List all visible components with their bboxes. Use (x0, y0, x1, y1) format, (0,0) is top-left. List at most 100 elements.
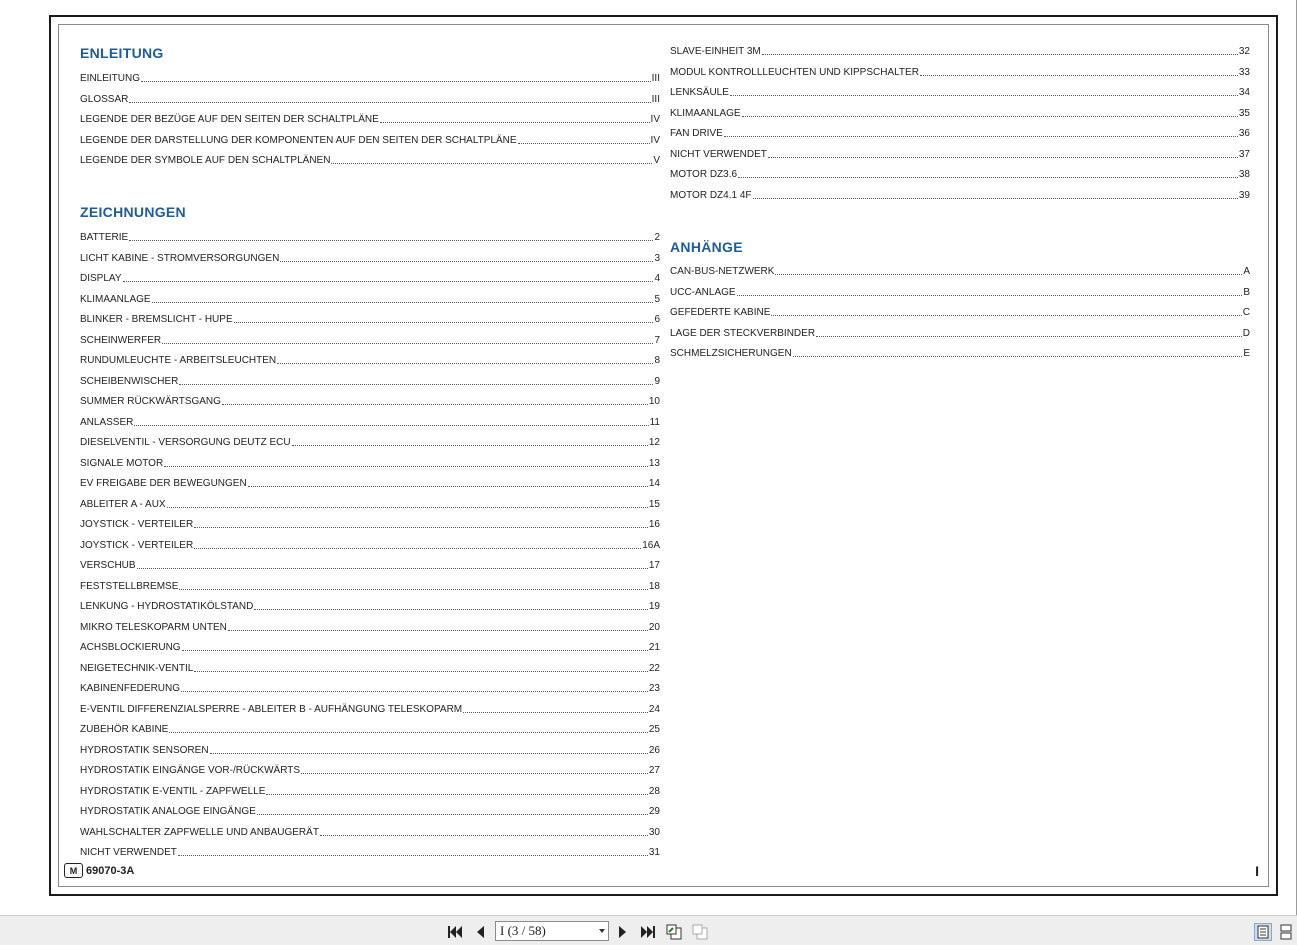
toc-entry[interactable]: HYDROSTATIK SENSOREN 26 (80, 743, 660, 757)
page-number-select[interactable]: I (3 / 58) (495, 921, 609, 941)
toc-entry[interactable]: DIESELVENTIL - VERSORGUNG DEUTZ ECU 12 (80, 435, 660, 449)
toc-entry-label: HYDROSTATIK ANALOGE EINGÄNGE (80, 806, 256, 817)
toc-entry[interactable]: WAHLSCHALTER ZAPFWELLE UND ANBAUGERÄT 30 (80, 825, 660, 839)
toc-entry-label: HYDROSTATIK E-VENTIL - ZAPFWELLE (80, 785, 266, 797)
toc-entry[interactable]: LEGENDE DER BEZÜGE AUF DEN SEITEN DER SC… (80, 112, 660, 126)
toc-entry-page: 19 (648, 601, 660, 612)
toc-entry[interactable]: NICHT VERWENDET 31 (80, 845, 660, 859)
toc-entry[interactable]: ABLEITER A - AUX 15 (80, 497, 660, 511)
toc-entry[interactable]: MOTOR DZ4.1 4F 39 (670, 188, 1250, 202)
last-page-icon[interactable] (639, 923, 657, 941)
toc-entry-page: 29 (648, 806, 660, 817)
dot-leader (194, 547, 642, 549)
toc-entry[interactable]: DISPLAY 4 (80, 271, 660, 285)
toc-entry-label: SCHEIBENWISCHER (80, 375, 179, 387)
toc-entry[interactable]: CAN-BUS-NETZWERK A (670, 264, 1250, 278)
toc-entry[interactable]: MOTOR DZ3.6 38 (670, 167, 1250, 181)
dot-leader (136, 568, 648, 569)
toc-entry[interactable]: HYDROSTATIK EINGÄNGE VOR-/RÜCKWÄRTS 27 (80, 763, 660, 777)
toc-entry[interactable]: SIGNALE MOTOR 13 (80, 456, 660, 470)
dot-leader (291, 445, 648, 446)
toc-entry-page: 3 (654, 252, 660, 264)
toc-entry[interactable]: UCC-ANLAGE B (670, 285, 1250, 299)
toc-entry[interactable]: SLAVE-EINHEIT 3M 32 (670, 44, 1250, 58)
dot-leader (277, 363, 654, 364)
toc-entry-page: 35 (1238, 107, 1250, 119)
prev-page-icon[interactable] (471, 923, 489, 941)
toc-entry-label: SLAVE-EINHEIT 3M (670, 46, 761, 57)
toc-entry[interactable]: NICHT VERWENDET 37 (670, 147, 1250, 161)
toc-entry[interactable]: LAGE DER STECKVERBINDER D (670, 326, 1250, 340)
toc-entry[interactable]: RUNDUMLEUCHTE - ARBEITSLEUCHTEN 8 (80, 353, 660, 367)
toc-entry-page: 31 (648, 847, 660, 858)
toc-entry[interactable]: BLINKER - BREMSLICHT - HUPE 6 (80, 312, 660, 326)
toc-entry-label: LEGENDE DER BEZÜGE AUF DEN SEITEN DER SC… (80, 114, 379, 125)
toc-entry[interactable]: KLIMAANLAGE 35 (670, 106, 1250, 120)
toc-entry[interactable]: SUMMER RÜCKWÄRTSGANG 10 (80, 394, 660, 408)
document-viewport[interactable]: ENLEITUNG EINLEITUNG III GLOSSAR III LEGENDE … (0, 0, 1297, 915)
toc-entry[interactable]: JOYSTICK - VERTEILER 16A (80, 538, 660, 552)
toc-entry-page: 6 (654, 314, 660, 325)
toc-entry[interactable]: KLIMAANLAGE 5 (80, 292, 660, 306)
toc-entry[interactable]: SCHMELZSICHERUNGEN E (670, 346, 1250, 360)
toc-entry-page: 16A (642, 539, 660, 551)
toc-entry[interactable]: HYDROSTATIK E-VENTIL - ZAPFWELLE 28 (80, 784, 660, 798)
toc-entry-label: JOYSTICK - VERTEILER (80, 539, 194, 551)
toc-entry-page: 5 (654, 293, 660, 305)
dot-leader (247, 486, 648, 487)
toc-entry-label: LEGENDE DER SYMBOLE AUF DEN SCHALTPLÄNEN (80, 155, 331, 166)
toc-entry-page: C (1242, 307, 1250, 318)
toc-entry[interactable]: EV FREIGABE DER BEWEGUNGEN 14 (80, 476, 660, 490)
toc-entry-page: 18 (648, 580, 660, 592)
toc-entry[interactable]: GEFEDERTE KABINE C (670, 305, 1250, 319)
toc-entry[interactable]: NEIGETECHNIK-VENTIL 22 (80, 661, 660, 675)
toc-entry[interactable]: BATTERIE 2 (80, 230, 660, 244)
go-forward-view-icon[interactable] (691, 923, 709, 941)
toc-entry-page: 34 (1238, 87, 1250, 98)
dot-leader (162, 342, 654, 344)
section-title: ANHÄNGE (670, 239, 743, 255)
toc-entry[interactable]: MODUL KONTROLLLEUCHTEN UND KIPPSCHALTER 3… (670, 65, 1250, 79)
toc-entry[interactable]: FAN DRIVE 36 (670, 126, 1250, 140)
dot-leader (129, 240, 654, 241)
toc-entry-label: MOTOR DZ4.1 4F (670, 189, 752, 201)
toc-entry-label: FESTSTELLBREMSE (80, 580, 179, 592)
toc-entry[interactable]: LENKSÄULE 34 (670, 85, 1250, 99)
toc-entry-label: HYDROSTATIK SENSOREN (80, 744, 209, 756)
continuous-view-icon[interactable] (1277, 923, 1295, 941)
go-back-view-icon[interactable] (665, 923, 683, 941)
toc-entry-page: 26 (648, 744, 660, 756)
dot-leader (209, 752, 648, 754)
dot-leader (319, 834, 648, 836)
first-page-icon[interactable] (446, 923, 464, 941)
toc-entry[interactable]: LENKUNG - HYDROSTATIKÖLSTAND 19 (80, 599, 660, 613)
toc-entry-label: NICHT VERWENDET (670, 148, 767, 160)
toc-entry[interactable]: SCHEIBENWISCHER 9 (80, 374, 660, 388)
toc-entry[interactable]: ACHSBLOCKIERUNG 21 (80, 640, 660, 654)
single-page-view-icon[interactable] (1254, 923, 1272, 941)
toc-entry-page: III (651, 73, 660, 84)
next-page-icon[interactable] (614, 923, 632, 941)
toc-entry[interactable]: KABINENFEDERUNG 23 (80, 681, 660, 695)
toc-entry-page: V (653, 155, 660, 166)
toc-entry[interactable]: LICHT KABINE - STROMVERSORGUNGEN 3 (80, 251, 660, 265)
toc-entry-label: EV FREIGABE DER BEWEGUNGEN (80, 478, 247, 489)
toc-entry-label: KLIMAANLAGE (670, 107, 741, 119)
toc-entry[interactable]: SCHEINWERFER 7 (80, 333, 660, 347)
toc-entry[interactable]: JOYSTICK - VERTEILER 16 (80, 517, 660, 531)
toc-entry[interactable]: E-VENTIL DIFFERENZIALSPERRE - ABLEITER B… (80, 702, 660, 716)
page-frame: ENLEITUNG EINLEITUNG III GLOSSAR III LEGENDE … (58, 24, 1269, 887)
toc-entry[interactable]: MIKRO TELESKOPARM UNTEN 20 (80, 620, 660, 634)
toc-entry[interactable]: LEGENDE DER DARSTELLUNG DER KOMPONENTEN … (80, 133, 660, 147)
toc-entry[interactable]: HYDROSTATIK ANALOGE EINGÄNGE 29 (80, 804, 660, 818)
toc-entry[interactable]: EINLEITUNG III (80, 71, 660, 85)
toc-entry-page: 17 (648, 560, 660, 571)
toc-entry[interactable]: LEGENDE DER SYMBOLE AUF DEN SCHALTPLÄNEN… (80, 153, 660, 167)
toc-entry[interactable]: ZUBEHÖR KABINE 25 (80, 722, 660, 736)
toc-entry[interactable]: ANLASSER 11 (80, 415, 660, 429)
toc-entry[interactable]: GLOSSAR III (80, 92, 660, 106)
toc-entry-page: 8 (654, 355, 660, 366)
toc-entry[interactable]: FESTSTELLBREMSE 18 (80, 579, 660, 593)
dropdown-arrow-icon (599, 929, 605, 933)
toc-entry[interactable]: VERSCHUB 17 (80, 558, 660, 572)
